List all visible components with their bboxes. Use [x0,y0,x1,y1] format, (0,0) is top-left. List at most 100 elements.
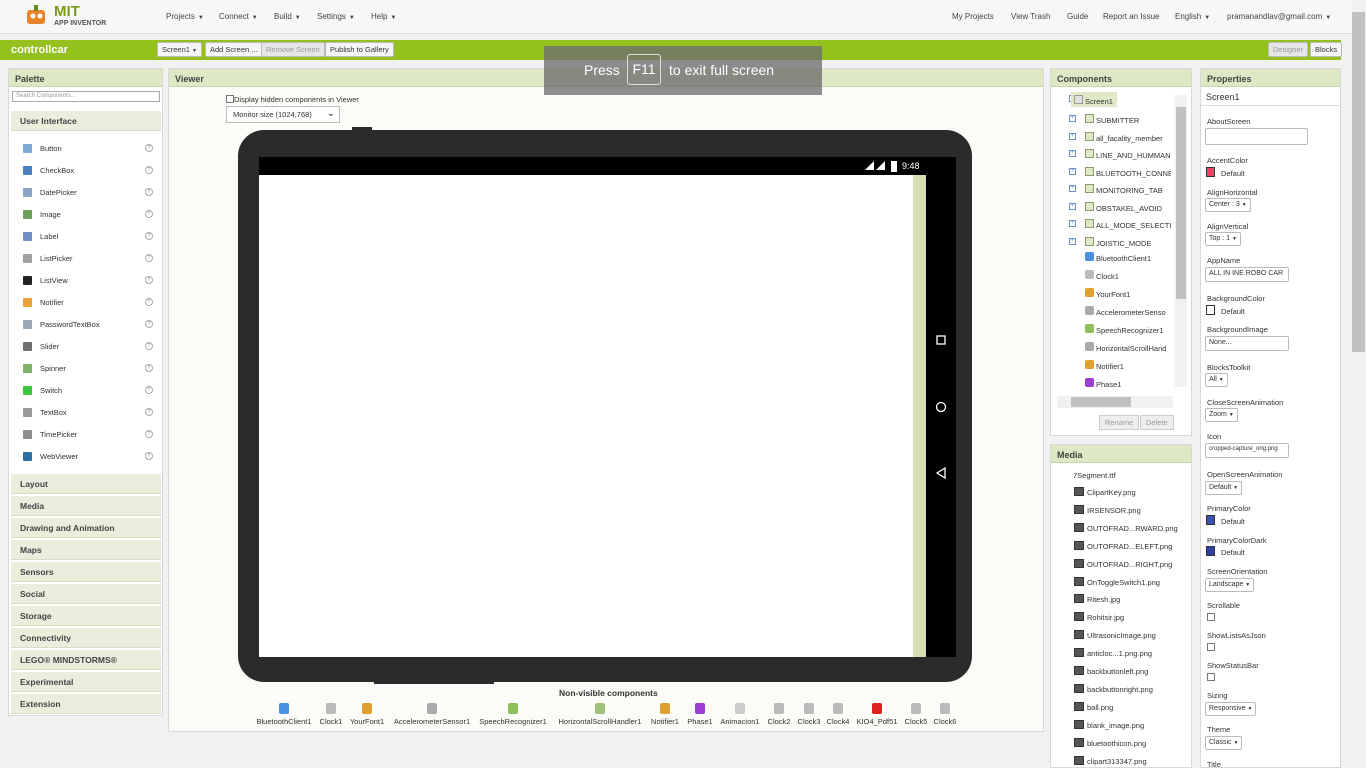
nonvisible-component[interactable]: Animacion1 [720,717,759,726]
nonvisible-component[interactable]: Notifier1 [651,717,679,726]
theme-select[interactable]: Classic ▼ [1205,736,1243,750]
account-menu[interactable]: pramanandlav@gmail.com ▼ [1227,12,1331,21]
appname-input[interactable]: ALL IN INE ROBO CAR [1205,267,1289,282]
menu-build[interactable]: Build ▼ [274,12,301,21]
hidden-components-checkbox-row[interactable]: Display hidden components in Viewer [226,95,359,104]
menu-settings[interactable]: Settings ▼ [317,12,355,21]
sizing-select[interactable]: Responsive ▼ [1205,702,1257,716]
expand-toggle-icon[interactable]: + [1069,167,1076,175]
phone-screen-canvas[interactable] [259,157,914,657]
primary-color-swatch[interactable] [1206,515,1215,525]
category-layout[interactable]: Layout [11,474,161,494]
media-file[interactable]: OnToggleSwitch1.png [1087,578,1160,587]
media-font-file[interactable]: 7Segment.ttf [1073,471,1116,480]
tree-item-submitter[interactable]: SUBMITTER [1096,116,1171,125]
help-icon[interactable]: ? [145,232,153,240]
media-file[interactable]: bluetoothicon.png [1087,739,1146,748]
scrollable-checkbox[interactable] [1207,613,1215,621]
nonvisible-component[interactable]: HorizontalScrollHandler1 [559,717,642,726]
tree-item-obstakel_avoid[interactable]: OBSTAKEL_AVOID [1096,204,1171,213]
link-my-projects[interactable]: My Projects [952,12,994,21]
expand-toggle-icon[interactable]: + [1069,132,1076,140]
hidden-components-checkbox[interactable] [226,95,234,103]
tree-item-bluetooth_conne[interactable]: BLUETOOTH_CONNE [1096,169,1171,178]
help-icon[interactable]: ? [145,320,153,328]
tree-item-yourfont1[interactable]: YourFont1 [1096,290,1171,299]
background-color-value[interactable]: Default [1221,307,1245,316]
remove-screen-button[interactable]: Remove Screen [261,42,325,57]
tree-item-speechrecognizer1[interactable]: SpeechRecognizer1 [1096,326,1171,335]
device-size-select[interactable]: Monitor size (1024,768) ⌄ [226,106,340,123]
category-social[interactable]: Social [11,584,161,604]
backgroundimage-picker[interactable]: None... [1205,336,1289,351]
tree-item-joistic_mode[interactable]: JOISTIC_MODE [1096,239,1171,248]
category-experimental[interactable]: Experimental [11,672,161,692]
palette-item-label[interactable]: Label? [23,231,153,243]
palette-item-slider[interactable]: Slider? [23,341,153,353]
nonvisible-component[interactable]: Clock6 [934,717,957,726]
palette-item-datepicker[interactable]: DatePicker? [23,187,153,199]
tree-item-notifier1[interactable]: Notifier1 [1096,362,1171,371]
help-icon[interactable]: ? [145,408,153,416]
primary-dark-color-swatch[interactable] [1206,546,1215,556]
palette-item-image[interactable]: Image? [23,209,153,221]
category-extension[interactable]: Extension [11,694,161,714]
palette-item-notifier[interactable]: Notifier? [23,297,153,309]
prop-aboutscreen-textarea[interactable] [1205,128,1308,145]
media-file[interactable]: OUTOFRAD...RWARD.png [1087,524,1178,533]
openscreenanimation-select[interactable]: Default ▼ [1205,481,1243,495]
media-file[interactable]: ball.png [1087,703,1113,712]
alignvertical-select[interactable]: Top : 1 ▼ [1205,232,1241,246]
expand-toggle-icon[interactable]: + [1069,220,1076,227]
nonvisible-component[interactable]: KIO4_Pdf51 [857,717,898,726]
expand-toggle-icon[interactable]: + [1069,237,1076,245]
nonvisible-component[interactable]: Clock5 [905,717,928,726]
category-drawing-and-animation[interactable]: Drawing and Animation [11,518,161,538]
media-file[interactable]: ClipartKey.png [1087,488,1136,497]
category-lego-mindstorms[interactable]: LEGO® MINDSTORMS® [11,650,161,670]
media-file[interactable]: IRSENSOR.png [1087,506,1141,515]
tree-item-horizontalscrollhand[interactable]: HorizontalScrollHand [1096,344,1171,353]
components-scroll-thumb[interactable] [1176,107,1186,299]
background-color-swatch[interactable] [1206,305,1215,315]
accent-color-value[interactable]: Default [1221,169,1245,178]
help-icon[interactable]: ? [145,166,153,174]
screenorientation-select[interactable]: Landscape ▼ [1205,578,1255,592]
media-file[interactable]: backbuttonright.png [1087,685,1153,694]
palette-item-passwordtextbox[interactable]: PasswordTextBox? [23,319,153,331]
link-view-trash[interactable]: View Trash [1011,12,1050,21]
media-file[interactable]: UltrasonicImage.png [1087,631,1156,640]
language-menu[interactable]: English ▼ [1175,12,1210,21]
delete-button[interactable]: Delete [1140,415,1174,430]
help-icon[interactable]: ? [145,386,153,394]
help-icon[interactable]: ? [145,430,153,438]
media-file[interactable]: clipart313347.png [1087,757,1147,766]
rename-button[interactable]: Rename [1099,415,1140,430]
screen-select[interactable]: Screen1 ▼ [157,42,202,57]
palette-item-textbox[interactable]: TextBox? [23,407,153,419]
tree-item-monitoring_tab[interactable]: MONITORING_TAB [1096,186,1171,195]
expand-toggle-icon[interactable]: + [1069,202,1076,210]
menu-help[interactable]: Help ▼ [371,12,396,21]
designer-button[interactable]: Designer [1268,42,1309,57]
nonvisible-component[interactable]: Clock4 [827,717,850,726]
nonvisible-component[interactable]: Clock2 [768,717,791,726]
tree-item-all_facality_member[interactable]: all_facality_member [1096,134,1171,143]
tree-item-phase1[interactable]: Phase1 [1096,380,1171,389]
media-file[interactable]: backbuttonleft.png [1087,667,1148,676]
help-icon[interactable]: ? [145,298,153,306]
menu-projects[interactable]: Projects ▼ [166,12,204,21]
palette-item-listpicker[interactable]: ListPicker? [23,253,153,265]
menu-connect[interactable]: Connect ▼ [219,12,258,21]
tree-item-all_mode_selecti[interactable]: ALL_MODE_SELECTI [1096,221,1171,230]
nonvisible-component[interactable]: Clock1 [320,717,343,726]
icon-picker[interactable]: cropped-capture_orig.png [1205,443,1289,458]
help-icon[interactable]: ? [145,210,153,218]
category-media[interactable]: Media [11,496,161,516]
link-guide[interactable]: Guide [1067,12,1088,21]
help-icon[interactable]: ? [145,276,153,284]
palette-item-spinner[interactable]: Spinner? [23,363,153,375]
media-file[interactable]: Rohitsir.jpg [1087,613,1124,622]
blocks-button[interactable]: Blocks [1310,42,1343,57]
category-user-interface[interactable]: User Interface [11,111,161,131]
